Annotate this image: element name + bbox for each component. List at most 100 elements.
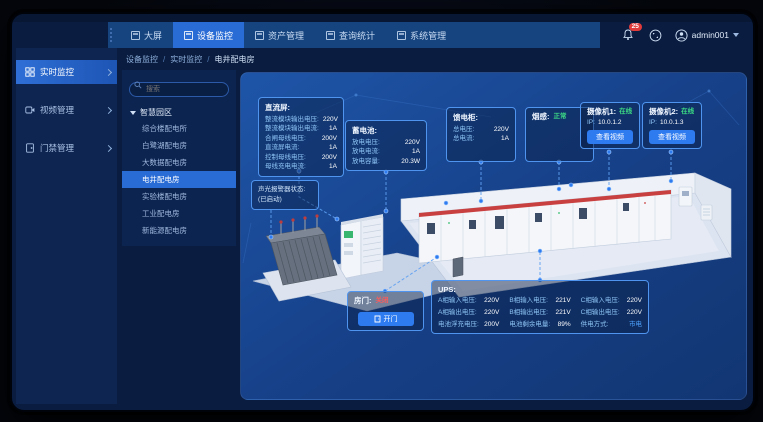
ip-label: IP: (649, 118, 657, 127)
breadcrumb: 设备监控 / 实时监控 / 电井配电房 (126, 54, 254, 65)
gear-icon (397, 31, 406, 40)
metric-value: 221V (555, 296, 570, 306)
topbar-right-cluster: 25 admin001 (621, 22, 739, 48)
room-visualization-panel: 直流屏: 整流模块输出电压:220V 整流模块输出电流:1A 合闸母线电压:20… (240, 72, 747, 400)
metric-value: 1A (329, 124, 337, 133)
metric-label: 整流模块输出电压: (265, 115, 319, 124)
page-background: 大屏 设备监控 资产管理 查询统计 系统管理 (0, 0, 763, 422)
access-control-icon (25, 143, 35, 153)
breadcrumb-item[interactable]: 设备监控 (126, 54, 158, 65)
metric-value: 1A (501, 134, 509, 143)
panel-title: 直流屏: (265, 102, 337, 113)
metric-value: 220V (484, 308, 499, 318)
dc-screen-panel: 直流屏: 整流模块输出电压:220V 整流模块输出电流:1A 合闸母线电压:20… (258, 97, 344, 177)
breadcrumb-item-current: 电井配电房 (214, 54, 254, 65)
chevron-right-icon (105, 68, 112, 75)
location-tree-panel: 智慧园区 综合楼配电所 白鹭湖配电房 大数据配电房 电井配电房 实验楼配电房 工… (122, 70, 236, 246)
notification-bell-button[interactable]: 25 (621, 28, 636, 43)
metric-value: 20.3W (401, 157, 420, 166)
metric-value: 220V (494, 125, 509, 134)
tree-collapse-icon (130, 111, 136, 115)
metric-label: 控制母线电压: (265, 153, 306, 162)
feeder-panel: 馈电柜: 总电压:220V 总电流:1A (446, 107, 516, 162)
tab-label: 大屏 (144, 29, 162, 42)
metric-label: 合闸母线电压: (265, 134, 306, 143)
nav-divider (110, 28, 114, 42)
metric-value: 1A (329, 143, 337, 152)
username: admin001 (692, 30, 729, 40)
user-menu[interactable]: admin001 (675, 29, 739, 42)
metric-value: 200V (484, 320, 499, 330)
chevron-right-icon (105, 106, 112, 113)
tab-asset-management[interactable]: 资产管理 (244, 22, 315, 48)
panel-title: 摄像机2: (649, 107, 678, 118)
breadcrumb-separator: / (207, 55, 209, 64)
metric-label: 电池剩余电量: (509, 320, 550, 330)
ups-grid: A相输入电压:220V B相输入电压:221V C相输入电压:220V A相输出… (438, 296, 642, 329)
sidebar-item-label: 门禁管理 (40, 142, 101, 154)
sidebar-item-video-management[interactable]: 视频管理 (16, 98, 117, 122)
sidebar-item-realtime-monitor[interactable]: 实时监控 (16, 60, 117, 84)
bell-icon (622, 29, 634, 41)
window-top-strip (12, 14, 753, 22)
metric-value: 220V (484, 296, 499, 306)
breadcrumb-item[interactable]: 实时监控 (170, 54, 202, 65)
panel-title: UPS: (438, 285, 642, 294)
fullscreen-button[interactable] (648, 28, 663, 43)
tree-item[interactable]: 实验楼配电房 (122, 188, 236, 205)
panel-title: 蓄电池: (352, 125, 420, 136)
ip-value: 10.0.1.2 (598, 118, 622, 127)
tree-item[interactable]: 大数据配电房 (122, 154, 236, 171)
open-door-button[interactable]: 开门 (358, 312, 414, 326)
metric-label: 放电容量: (352, 157, 380, 166)
metric-label: 电池浮充电压: (438, 320, 479, 330)
door-icon (374, 315, 381, 323)
metric-label: B相输入电压: (509, 296, 548, 306)
metric-label: A相输入电压: (438, 296, 477, 306)
metric-value: 221V (555, 308, 570, 318)
open-door-label: 开门 (384, 314, 398, 324)
ip-label: IP: (587, 118, 595, 127)
ip-value: 10.0.1.3 (660, 118, 684, 127)
metric-label: 母线充电电流: (265, 162, 306, 171)
sound-light-alarm-panel: 声光报警器状态: (已启动) (251, 180, 319, 210)
metric-value: 220V (627, 308, 642, 318)
sidebar-item-access-management[interactable]: 门禁管理 (16, 136, 117, 160)
sidebar: 实时监控 视频管理 门禁管理 (16, 48, 117, 404)
stats-icon (326, 31, 335, 40)
tree-root[interactable]: 智慧园区 (122, 105, 236, 120)
tab-dashboard[interactable]: 大屏 (120, 22, 173, 48)
tree-item-selected[interactable]: 电井配电房 (122, 171, 236, 188)
metric-label: B相输出电压: (509, 308, 548, 318)
metric-label: 供电方式: (581, 320, 609, 330)
view-video-button[interactable]: 查看视频 (587, 130, 633, 144)
camera1-panel: 摄像机1: 在线 IP: 10.0.1.2 查看视频 (580, 102, 640, 149)
monitor-icon (184, 31, 193, 40)
camera1-status: 在线 (619, 107, 632, 118)
alarm-label: 声光报警器状态: (258, 185, 312, 195)
camera2-status: 在线 (681, 107, 694, 118)
tree-item[interactable]: 工业配电房 (122, 205, 236, 222)
metric-label: 放电电流: (352, 147, 380, 156)
tab-system-management[interactable]: 系统管理 (386, 22, 457, 48)
smoke-status: 正常 (554, 112, 567, 123)
tree-item[interactable]: 白鹭湖配电房 (122, 137, 236, 154)
tab-label: 系统管理 (410, 29, 446, 42)
metric-value: 220V (405, 138, 420, 147)
view-video-button[interactable]: 查看视频 (649, 130, 695, 144)
panel-title: 摄像机1: (587, 107, 616, 118)
metric-value: 市电 (629, 320, 642, 330)
metric-value: 1A (412, 147, 420, 156)
ups-panel: UPS: A相输入电压:220V B相输入电压:221V C相输入电压:220V… (431, 280, 649, 334)
tab-label: 查询统计 (339, 29, 375, 42)
avatar-icon (675, 29, 688, 42)
tree-item[interactable]: 综合楼配电所 (122, 120, 236, 137)
transformer (263, 214, 351, 301)
door-status: 关闭 (376, 296, 389, 307)
search-input[interactable] (129, 82, 229, 97)
tree-item[interactable]: 新能源配电房 (122, 222, 236, 239)
camera2-panel: 摄像机2: 在线 IP: 10.0.1.3 查看视频 (642, 102, 702, 149)
tab-device-monitor[interactable]: 设备监控 (173, 22, 244, 48)
tab-query-statistics[interactable]: 查询统计 (315, 22, 386, 48)
top-nav: 大屏 设备监控 资产管理 查询统计 系统管理 (108, 22, 600, 48)
